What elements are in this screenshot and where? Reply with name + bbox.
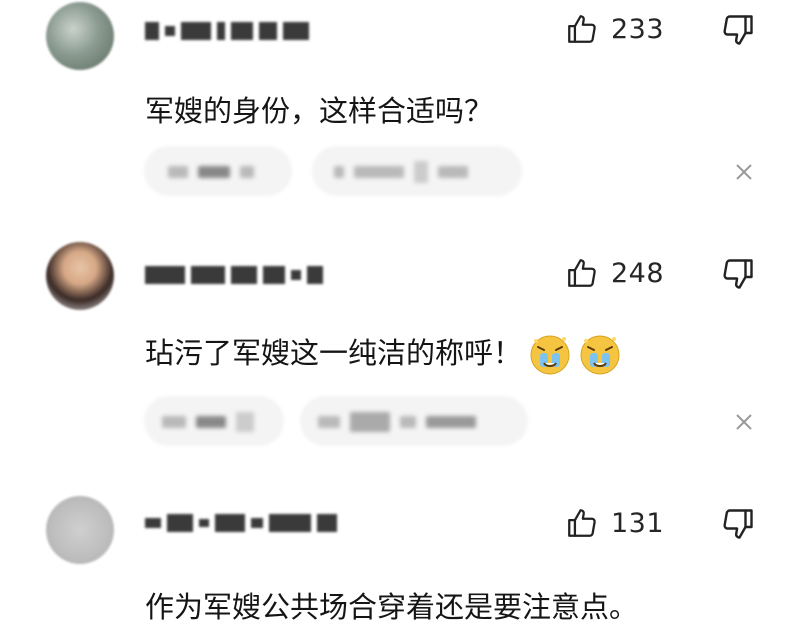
username-blurred[interactable]	[145, 512, 337, 534]
crying-face-emoji	[530, 335, 570, 375]
avatar[interactable]	[46, 242, 114, 310]
username-blurred[interactable]	[145, 20, 309, 42]
like-button[interactable]: 233	[565, 12, 664, 46]
comment-text: 玷污了军嫂这一纯洁的称呼！	[145, 336, 523, 370]
thumbs-down-icon[interactable]	[720, 12, 756, 48]
thumbs-up-icon	[568, 259, 596, 287]
comment-text-row: 玷污了军嫂这一纯洁的称呼！	[145, 330, 622, 377]
thumbs-up-icon	[568, 509, 596, 537]
username-blurred[interactable]	[145, 264, 323, 286]
avatar[interactable]	[46, 2, 114, 70]
like-count: 131	[611, 507, 665, 539]
thumbs-down-icon[interactable]	[720, 506, 756, 542]
comment-text: 作为军嫂公共场合穿着还是要注意点。	[145, 590, 639, 624]
like-button[interactable]: 248	[565, 256, 664, 290]
thumbs-up-icon	[568, 15, 596, 43]
like-count: 233	[611, 13, 665, 45]
close-icon[interactable]	[734, 412, 754, 432]
reply-text-blurred	[162, 400, 254, 444]
reply-text-blurred	[168, 150, 254, 194]
thumbs-down-icon[interactable]	[720, 256, 756, 292]
close-icon[interactable]	[734, 162, 754, 182]
avatar[interactable]	[46, 496, 114, 564]
reply-text-blurred	[334, 150, 468, 194]
like-button[interactable]: 131	[565, 506, 664, 540]
like-count: 248	[611, 257, 665, 289]
reply-text-blurred	[318, 400, 476, 444]
comment-text: 军嫂的身份，这样合适吗？	[145, 94, 494, 128]
crying-face-emoji	[580, 335, 620, 375]
